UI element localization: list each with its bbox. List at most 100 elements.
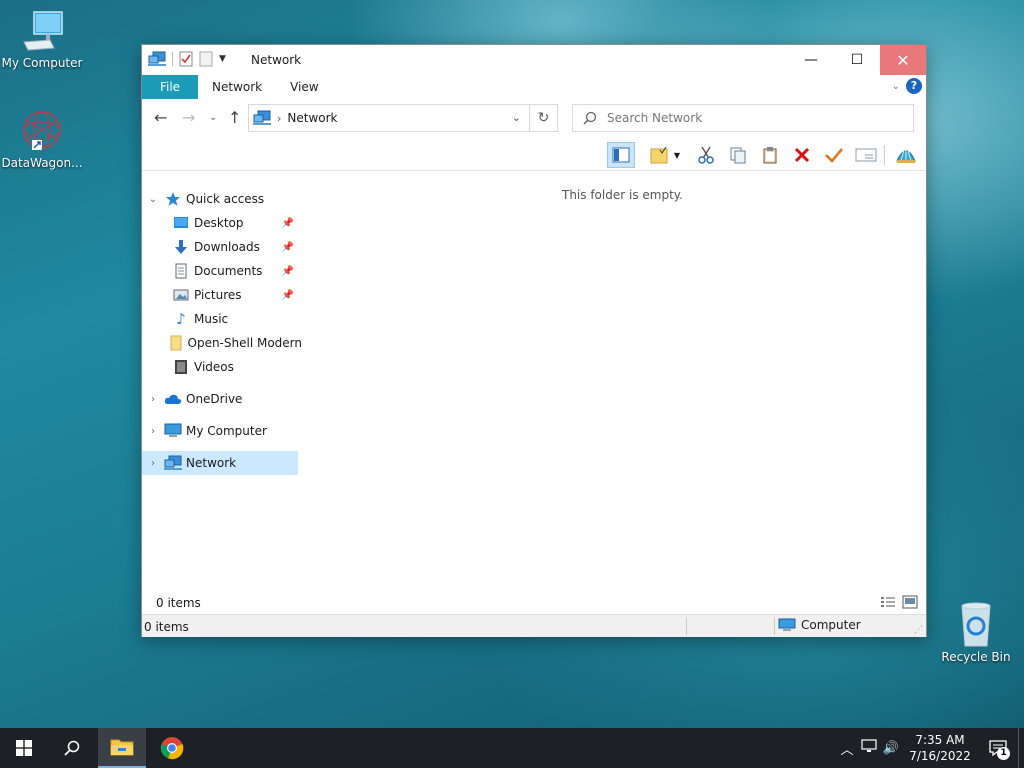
nav-quick-access[interactable]: ⌄ Quick access <box>142 187 298 211</box>
notification-count-badge: 1 <box>997 747 1010 760</box>
desktop-icon <box>172 215 190 231</box>
tab-network[interactable]: Network <box>198 75 276 99</box>
pin-icon[interactable]: 📌 <box>282 290 294 301</box>
file-explorer-icon <box>110 739 134 756</box>
separator <box>172 52 173 66</box>
desktop-icon-datawagon[interactable]: DataWagon... <box>0 108 84 170</box>
close-button[interactable]: ✕ <box>880 45 926 75</box>
taskbar-chrome[interactable] <box>148 728 196 768</box>
properties-icon[interactable] <box>179 51 193 67</box>
copy-button[interactable] <box>724 142 752 168</box>
taskbar-search-button[interactable] <box>48 728 96 768</box>
search-input[interactable]: Search Network <box>572 104 914 132</box>
empty-folder-message: This folder is empty. <box>562 188 683 202</box>
address-bar[interactable]: › Network ⌄ <box>248 104 530 132</box>
system-tray: ︿ 🔊 7:35 AM 7/16/2022 1 <box>836 728 1024 768</box>
expand-chevron-icon[interactable]: › <box>142 426 164 437</box>
network-status-icon[interactable] <box>858 739 880 757</box>
show-hidden-icons-chevron-icon[interactable]: ︿ <box>836 739 858 758</box>
details-status-bar: 0 items <box>142 592 926 614</box>
nav-my-computer[interactable]: › My Computer <box>142 419 298 443</box>
action-center-button[interactable]: 1 <box>978 728 1018 768</box>
delete-button[interactable] <box>788 142 816 168</box>
taskbar-file-explorer[interactable] <box>98 728 146 768</box>
nav-label: Network <box>186 456 237 470</box>
tab-file[interactable]: File <box>142 75 198 99</box>
nav-item-pictures[interactable]: Pictures 📌 <box>142 283 298 307</box>
desktop-icon-label: Recycle Bin <box>941 650 1011 664</box>
checkmark-icon <box>825 148 843 163</box>
details-view-icon[interactable] <box>880 595 896 609</box>
nav-item-desktop[interactable]: Desktop 📌 <box>142 211 298 235</box>
open-shell-settings-button[interactable] <box>892 142 920 168</box>
search-icon <box>583 111 597 125</box>
properties-button[interactable] <box>820 142 848 168</box>
pin-icon[interactable]: 📌 <box>282 218 294 229</box>
nav-label: Quick access <box>186 192 265 206</box>
volume-icon[interactable]: 🔊 <box>880 741 902 756</box>
navigation-pane-button[interactable] <box>607 142 635 168</box>
refresh-icon[interactable]: ↻ <box>530 104 558 132</box>
clipboard-icon <box>763 147 777 164</box>
ribbon-tabs: File Network View <box>142 75 926 99</box>
nav-label: Open-Shell Modern <box>187 336 303 350</box>
desktop-icon-my-computer[interactable]: My Computer <box>0 10 84 70</box>
security-zone: Computer <box>778 618 861 632</box>
show-desktop-button[interactable] <box>1018 728 1024 768</box>
collapse-chevron-icon[interactable]: ⌄ <box>142 194 164 205</box>
nav-network[interactable]: › Network <box>142 451 298 475</box>
resize-grip-icon[interactable]: ⋰ <box>914 625 923 635</box>
recent-locations-chevron-icon[interactable]: ⌄ <box>209 112 217 123</box>
breadcrumb-network[interactable]: Network <box>287 111 337 125</box>
nav-label: Videos <box>194 360 234 374</box>
nav-label: OneDrive <box>186 392 243 406</box>
back-arrow-icon[interactable]: ← <box>154 108 167 127</box>
music-note-icon: ♪ <box>176 310 186 328</box>
nav-label: Music <box>194 312 229 326</box>
desktop-icon-label: My Computer <box>1 56 83 70</box>
nav-item-documents[interactable]: Documents 📌 <box>142 259 298 283</box>
status-item-count: 0 items <box>144 620 189 634</box>
maximize-button[interactable]: ☐ <box>834 45 880 75</box>
search-placeholder: Search Network <box>607 111 703 125</box>
document-icon <box>172 263 190 279</box>
pin-icon[interactable]: 📌 <box>282 266 294 277</box>
large-icons-view-icon[interactable] <box>902 595 918 609</box>
tab-view[interactable]: View <box>276 75 332 99</box>
desktop-icon-recycle-bin[interactable]: Recycle Bin <box>934 600 1018 664</box>
paste-button[interactable] <box>756 142 784 168</box>
expand-ribbon-chevron-icon[interactable]: ⌄ <box>892 81 900 92</box>
network-icon[interactable] <box>148 51 166 67</box>
computer-icon <box>23 11 63 51</box>
folder-view-icon <box>650 146 668 164</box>
forward-arrow-icon[interactable]: → <box>182 108 195 127</box>
nav-item-music[interactable]: ♪ Music <box>142 307 298 331</box>
address-dropdown-icon[interactable]: ⌄ <box>512 111 521 124</box>
nav-item-videos[interactable]: Videos <box>142 355 298 379</box>
nav-item-downloads[interactable]: Downloads 📌 <box>142 235 298 259</box>
expand-chevron-icon[interactable]: › <box>142 394 164 405</box>
email-button[interactable] <box>852 142 880 168</box>
pane-layout-icon <box>612 147 630 163</box>
qat-dropdown-icon[interactable]: ▼ <box>219 54 226 64</box>
cut-button[interactable] <box>692 142 720 168</box>
up-arrow-icon[interactable]: ↑ <box>228 108 241 127</box>
nav-item-open-shell-modern[interactable]: Open-Shell Modern <box>142 331 302 355</box>
minimize-button[interactable]: — <box>788 45 834 75</box>
clock-time: 7:35 AM <box>915 733 965 747</box>
scissors-icon <box>698 146 714 164</box>
nav-label: Downloads <box>194 240 260 254</box>
pin-icon[interactable]: 📌 <box>282 242 294 253</box>
clock[interactable]: 7:35 AM 7/16/2022 <box>902 732 978 764</box>
quick-access-toolbar: ▼ <box>148 51 226 67</box>
nav-onedrive[interactable]: › OneDrive <box>142 387 298 411</box>
help-button[interactable]: ? <box>906 78 922 94</box>
expand-chevron-icon[interactable]: › <box>142 458 164 469</box>
film-icon <box>172 359 190 375</box>
start-button[interactable] <box>0 728 48 768</box>
classic-toolbar: ▼ <box>142 139 926 171</box>
new-folder-icon[interactable] <box>199 51 213 67</box>
title-bar[interactable]: ▼ Network — ☐ ✕ <box>142 45 926 75</box>
view-options-button[interactable]: ▼ <box>645 142 685 168</box>
breadcrumb-chevron-icon[interactable]: › <box>277 112 281 125</box>
